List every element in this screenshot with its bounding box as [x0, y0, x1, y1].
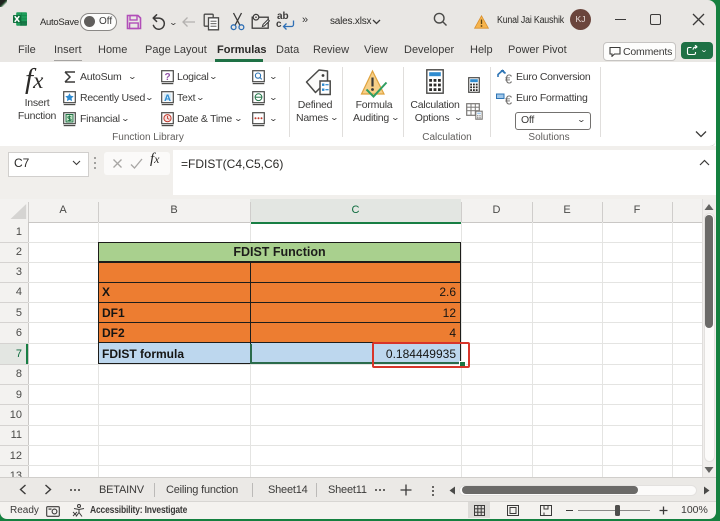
- svg-text:?: ?: [164, 72, 170, 83]
- svg-text:A: A: [164, 93, 171, 104]
- svg-text:€: €: [505, 93, 513, 107]
- svg-text:€: €: [505, 72, 513, 86]
